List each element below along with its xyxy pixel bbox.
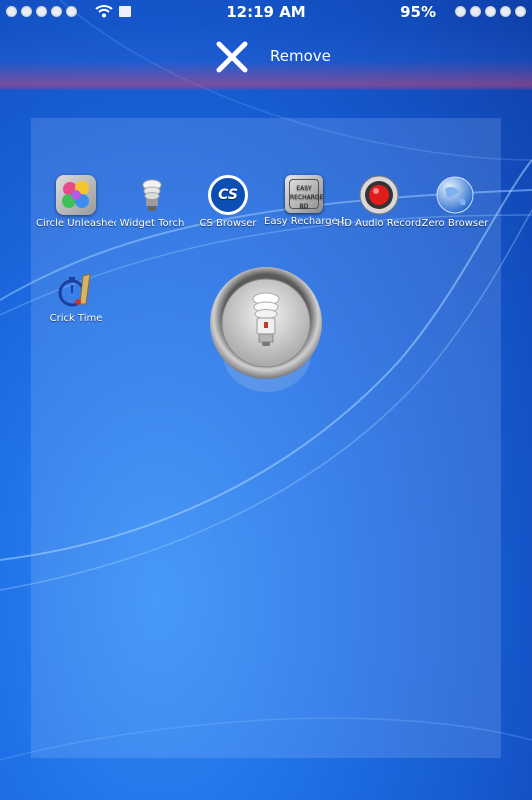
app-crick-time[interactable]: Crick Time xyxy=(36,270,116,324)
dragged-torch-widget[interactable] xyxy=(209,266,323,392)
app-cs-browser[interactable]: CS CS Browser xyxy=(188,175,268,229)
app-hd-audio-record[interactable]: HD Audio Record xyxy=(336,175,422,229)
stopwatch-icon xyxy=(56,270,96,310)
cs-browser-icon: CS xyxy=(208,175,248,215)
close-icon xyxy=(216,41,248,73)
app-widget-torch[interactable]: Widget Torch xyxy=(112,175,192,229)
remove-label: Remove xyxy=(270,47,331,65)
app-label: Crick Time xyxy=(49,313,103,324)
app-label: CS Browser xyxy=(199,218,257,229)
torch-icon xyxy=(132,175,172,215)
remove-drop-zone[interactable]: Remove xyxy=(0,26,532,90)
circle-unleashed-icon xyxy=(56,175,96,215)
app-label: Circle Unleashed xyxy=(36,218,116,229)
battery-percent: 95% xyxy=(400,3,436,21)
status-bar: 12:19 AM 95% xyxy=(0,0,532,26)
clock: 12:19 AM xyxy=(226,3,306,21)
app-label: Widget Torch xyxy=(119,218,185,229)
app-label: Easy Recharge BD xyxy=(264,216,344,227)
globe-icon xyxy=(435,175,475,215)
app-circle-unleashed[interactable]: Circle Unleashed xyxy=(36,175,116,229)
app-label: HD Audio Record xyxy=(336,218,422,229)
app-easy-recharge[interactable]: EASY RECHARGE BD Easy Recharge BD xyxy=(264,175,344,227)
easy-recharge-icon: EASY RECHARGE BD xyxy=(285,175,323,213)
battery-dots xyxy=(455,6,526,17)
audio-record-icon xyxy=(359,175,399,215)
app-zero-browser[interactable]: Zero Browser xyxy=(415,175,495,229)
torch-widget-icon xyxy=(210,267,322,392)
app-label: Zero Browser xyxy=(421,218,489,229)
